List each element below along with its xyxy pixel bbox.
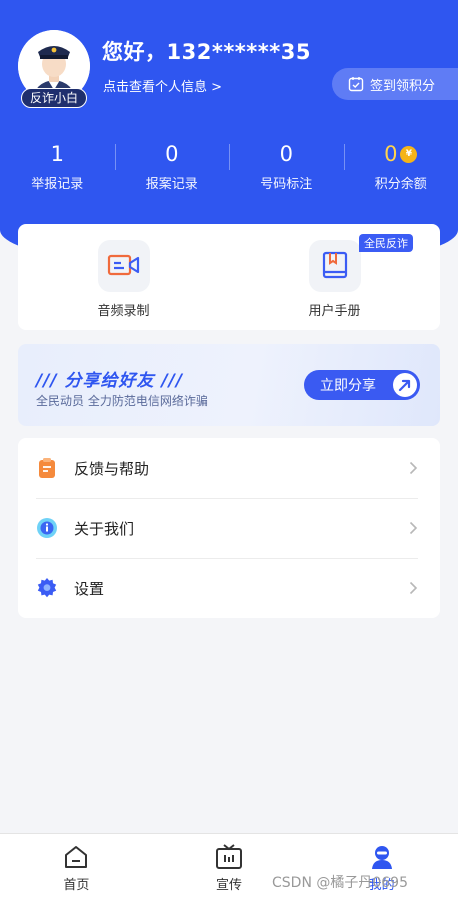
tool-label: 用户手册 — [308, 304, 361, 319]
stat-report-records[interactable]: 1 举报记录 — [0, 140, 115, 196]
stat-value: 0 — [384, 142, 398, 166]
calendar-check-icon — [348, 77, 364, 92]
stat-label: 报案记录 — [145, 177, 198, 192]
watermark-text: CSDN @橘子丹0695 — [272, 875, 408, 891]
tab-label: 宣传 — [216, 878, 243, 893]
chevron-right-icon — [394, 461, 418, 475]
coin-icon: ¥ — [400, 145, 418, 163]
checkin-button[interactable]: 签到领积分 — [332, 68, 458, 100]
tools-card: 音频录制 用户手册 全民反诈 — [18, 224, 440, 330]
tool-label: 音频录制 — [97, 304, 150, 319]
chevron-right-icon — [394, 521, 418, 535]
stat-value: 0 — [279, 142, 293, 166]
points-value-row: 0 ¥ — [344, 140, 458, 168]
book-icon — [308, 240, 361, 292]
home-icon — [65, 846, 88, 868]
stat-case-records[interactable]: 0 报案记录 — [114, 140, 230, 196]
avatar-badge: 反诈小白 — [21, 88, 87, 108]
info-icon — [36, 517, 58, 539]
tab-home[interactable]: 首页 — [0, 834, 153, 900]
checkin-label: 签到领积分 — [370, 78, 436, 94]
manual-tag-badge: 全民反诈 — [359, 234, 413, 252]
audio-recording-button[interactable]: 音频录制 — [18, 224, 229, 330]
menu-label: 关于我们 — [74, 519, 135, 538]
menu-item-settings[interactable]: 设置 — [18, 558, 440, 618]
video-camera-icon — [97, 240, 150, 292]
stat-label: 积分余额 — [374, 177, 427, 192]
view-profile-link[interactable]: 点击查看个人信息 > — [103, 76, 222, 95]
share-button-label: 立即分享 — [320, 378, 376, 394]
menu-label: 反馈与帮助 — [74, 459, 150, 478]
greeting-text: 您好，132******35 — [102, 40, 311, 64]
share-now-button[interactable]: 立即分享 — [304, 370, 420, 400]
settings-menu: 反馈与帮助 关于我们 设置 — [18, 438, 440, 618]
user-icon — [371, 846, 392, 869]
clipboard-icon — [36, 457, 58, 479]
menu-item-about[interactable]: 关于我们 — [18, 498, 440, 558]
share-banner[interactable]: /// 分享给好友 /// 全民动员 全力防范电信网络诈骗 立即分享 — [18, 344, 440, 426]
stat-value: 1 — [50, 142, 64, 166]
stat-label: 举报记录 — [31, 177, 84, 192]
menu-item-feedback[interactable]: 反馈与帮助 — [18, 438, 440, 498]
user-manual-button[interactable]: 用户手册 全民反诈 — [229, 224, 440, 330]
stats-row: 1 举报记录 0 报案记录 0 号码标注 0 ¥ 积分余额 — [0, 140, 458, 196]
menu-label: 设置 — [74, 579, 105, 598]
tab-label: 首页 — [63, 878, 90, 893]
stat-value: 0 — [165, 142, 179, 166]
chevron-right-icon — [394, 581, 418, 595]
stat-number-marks[interactable]: 0 号码标注 — [229, 140, 344, 196]
share-title: /// 分享给好友 /// — [36, 371, 184, 391]
gear-icon — [36, 577, 58, 599]
tv-icon — [216, 844, 242, 869]
share-arrow-icon — [393, 373, 417, 397]
stat-points-balance[interactable]: 0 ¥ 积分余额 — [343, 140, 458, 196]
stat-label: 号码标注 — [260, 177, 313, 192]
share-subtitle: 全民动员 全力防范电信网络诈骗 — [36, 394, 208, 408]
